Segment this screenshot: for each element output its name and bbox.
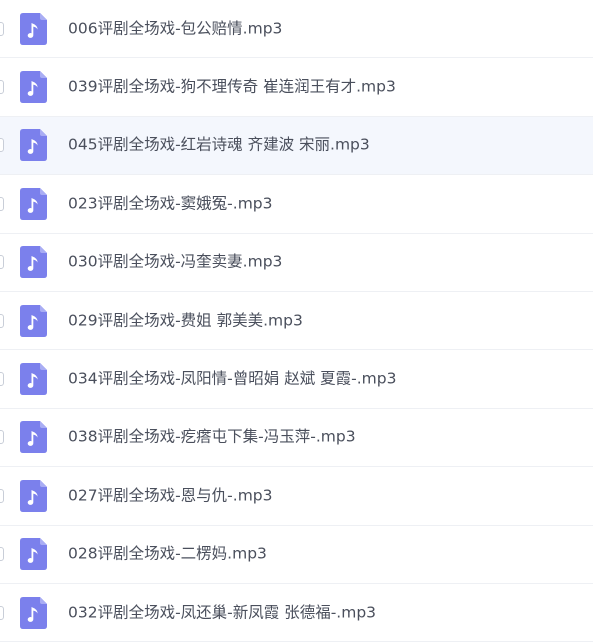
audio-file-icon	[20, 304, 47, 337]
file-name[interactable]: 030评剧全场戏-冯奎卖妻.mp3	[68, 254, 282, 271]
file-row[interactable]: 038评剧全场戏-疙瘩屯下集-冯玉萍-.mp3	[0, 408, 593, 468]
audio-file-icon	[20, 421, 47, 454]
file-row[interactable]: 039评剧全场戏-狗不理传奇 崔连润王有才.mp3	[0, 58, 593, 117]
row-checkbox[interactable]	[0, 255, 4, 270]
row-checkbox[interactable]	[0, 21, 4, 36]
file-list: 006评剧全场戏-包公赔情.mp3 039评剧全场戏-狗不理传奇 崔连润王有才.…	[0, 0, 593, 642]
file-name[interactable]: 039评剧全场戏-狗不理传奇 崔连润王有才.mp3	[68, 79, 396, 95]
audio-file-icon	[20, 363, 47, 396]
file-name[interactable]: 027评剧全场戏-恩与仇-.mp3	[68, 488, 273, 504]
audio-file-icon	[20, 187, 47, 220]
audio-file-icon	[20, 479, 47, 512]
row-checkbox[interactable]	[0, 430, 4, 445]
file-name[interactable]: 006评剧全场戏-包公赔情.mp3	[68, 20, 282, 37]
row-checkbox[interactable]	[0, 605, 4, 620]
row-checkbox[interactable]	[0, 313, 4, 328]
audio-file-icon	[20, 246, 47, 279]
audio-file-icon	[20, 129, 47, 162]
file-row[interactable]: 045评剧全场戏-红岩诗魂 齐建波 宋丽.mp3	[0, 116, 593, 176]
row-checkbox[interactable]	[0, 488, 4, 503]
row-checkbox[interactable]	[0, 80, 4, 95]
file-name[interactable]: 034评剧全场戏-凤阳情-曾昭娟 赵斌 夏霞-.mp3	[68, 371, 396, 387]
audio-file-icon	[20, 596, 47, 629]
file-row[interactable]: 032评剧全场戏-凤还巢-新凤霞 张德福-.mp3	[0, 583, 593, 642]
audio-file-icon	[20, 12, 47, 45]
file-row[interactable]: 028评剧全场戏-二楞妈.mp3	[0, 525, 593, 584]
file-row[interactable]: 029评剧全场戏-费姐 郭美美.mp3	[0, 291, 593, 351]
file-name[interactable]: 023评剧全场戏-窦娥冤-.mp3	[68, 196, 273, 212]
row-checkbox[interactable]	[0, 372, 4, 387]
row-checkbox[interactable]	[0, 138, 4, 153]
file-name[interactable]: 038评剧全场戏-疙瘩屯下集-冯玉萍-.mp3	[68, 429, 356, 446]
file-name[interactable]: 045评剧全场戏-红岩诗魂 齐建波 宋丽.mp3	[68, 137, 370, 154]
file-row[interactable]: 023评剧全场戏-窦娥冤-.mp3	[0, 175, 593, 234]
row-checkbox[interactable]	[0, 196, 4, 211]
file-row[interactable]: 027评剧全场戏-恩与仇-.mp3	[0, 467, 593, 526]
file-name[interactable]: 032评剧全场戏-凤还巢-新凤霞 张德福-.mp3	[68, 604, 376, 621]
audio-file-icon	[20, 538, 47, 571]
file-name[interactable]: 028评剧全场戏-二楞妈.mp3	[68, 546, 267, 562]
file-row[interactable]: 030评剧全场戏-冯奎卖妻.mp3	[0, 233, 593, 292]
file-name[interactable]: 029评剧全场戏-费姐 郭美美.mp3	[68, 312, 303, 329]
row-checkbox[interactable]	[0, 547, 4, 562]
file-row[interactable]: 006评剧全场戏-包公赔情.mp3	[0, 0, 593, 59]
audio-file-icon	[20, 71, 47, 104]
file-row[interactable]: 034评剧全场戏-凤阳情-曾昭娟 赵斌 夏霞-.mp3	[0, 350, 593, 409]
